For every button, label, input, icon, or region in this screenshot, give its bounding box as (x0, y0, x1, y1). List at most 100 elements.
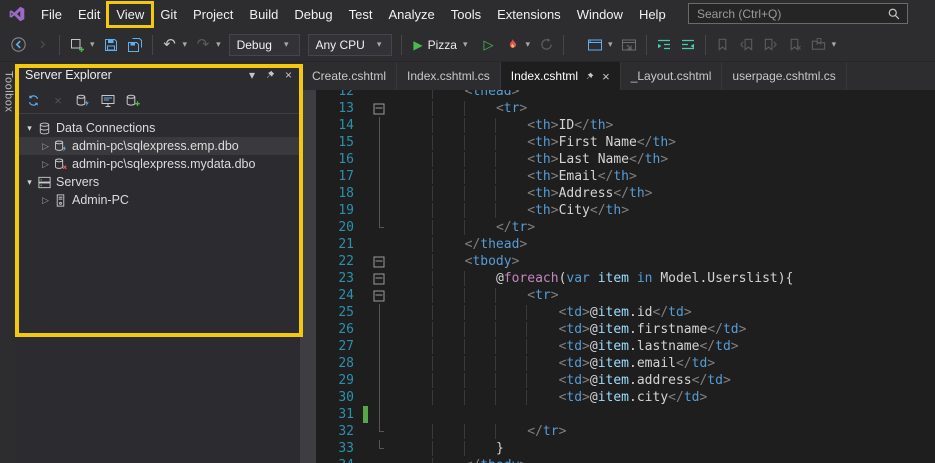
back-button[interactable] (6, 33, 30, 57)
menu-item-help[interactable]: Help (631, 3, 674, 26)
menu-item-file[interactable]: File (33, 3, 70, 26)
menu-item-window[interactable]: Window (569, 3, 631, 26)
debug-configuration-dropdown[interactable]: Debug ▾ (228, 33, 300, 56)
code-line-20[interactable]: 20 </tr> (316, 219, 935, 236)
chevron-collapsed-icon[interactable]: ▷ (39, 141, 52, 152)
code-line-18[interactable]: 18 <th>Address</th> (316, 185, 935, 202)
code-line-24[interactable]: 24 <tr> (316, 287, 935, 304)
code-line-28[interactable]: 28 <td>@item.email</td> (316, 355, 935, 372)
tree-item-servers[interactable]: ▾ Servers (17, 173, 300, 191)
code-line-23[interactable]: 23 @foreach(var item in Model.Userslist)… (316, 270, 935, 287)
bookmark-folder-button[interactable] (807, 33, 831, 57)
search-input[interactable] (695, 5, 887, 22)
menu-item-edit[interactable]: Edit (70, 3, 108, 26)
chevron-down-icon[interactable]: ▾ (183, 39, 188, 50)
tab-userpage-cshtml-cs[interactable]: userpage.cshtml.cs (722, 62, 847, 90)
chevron-down-icon[interactable]: ▾ (216, 39, 221, 50)
tab-index-cshtml-cs[interactable]: Index.cshtml.cs (397, 62, 501, 90)
chevron-expanded-icon[interactable]: ▾ (23, 177, 36, 188)
code-line-14[interactable]: 14 <th>ID</th> (316, 117, 935, 134)
indent-out-button[interactable] (676, 33, 700, 57)
start-without-debug-button[interactable]: ▷ (477, 33, 501, 57)
code-line-32[interactable]: 32 </tr> (316, 423, 935, 440)
tree-item-admin-pc[interactable]: ▷ Admin-PC (17, 191, 300, 209)
window-arrow-button[interactable] (617, 33, 641, 57)
bookmark-next-button[interactable] (759, 33, 783, 57)
restart-button[interactable] (534, 33, 558, 57)
tree-item-admin-pc-sqlexpress-mydata-dbo[interactable]: ▷ admin-pc\sqlexpress.mydata.dbo (17, 155, 300, 173)
menu-item-project[interactable]: Project (185, 3, 241, 26)
hot-reload-button[interactable] (501, 33, 525, 57)
menu-item-test[interactable]: Test (341, 3, 381, 26)
connect-server-button[interactable] (97, 90, 119, 112)
code-line-15[interactable]: 15 <th>First Name</th> (316, 134, 935, 151)
code-line-19[interactable]: 19 <th>City</th> (316, 202, 935, 219)
menu-item-debug[interactable]: Debug (286, 3, 340, 26)
toolbox-side-tab[interactable]: Toolbox (0, 62, 17, 463)
menu-item-view[interactable]: View (106, 0, 155, 28)
close-icon[interactable]: × (602, 69, 610, 84)
start-debugging-button[interactable]: ▶ Pizza ▾ (407, 38, 476, 52)
code-line-17[interactable]: 17 <th>Email</th> (316, 168, 935, 185)
add-item-button[interactable] (65, 33, 89, 57)
save-button[interactable] (99, 33, 123, 57)
forward-button[interactable] (30, 33, 54, 57)
code-line-26[interactable]: 26 <td>@item.firstname</td> (316, 321, 935, 338)
code-line-34[interactable]: 34 </tbody> (316, 457, 935, 463)
menu-item-tools[interactable]: Tools (443, 3, 489, 26)
tree-item-data-connections[interactable]: ▾ Data Connections (17, 119, 300, 137)
chevron-down-icon[interactable]: ▾ (526, 39, 531, 50)
search-box[interactable] (688, 3, 908, 24)
pin-icon[interactable] (584, 71, 595, 82)
chevron-down-icon[interactable]: ▾ (90, 39, 95, 50)
chevron-collapsed-icon[interactable]: ▷ (39, 195, 52, 206)
code-line-33[interactable]: 33 } (316, 440, 935, 457)
bookmark-clear-button[interactable] (783, 33, 807, 57)
code-line-16[interactable]: 16 <th>Last Name</th> (316, 151, 935, 168)
collapse-box-icon[interactable] (373, 256, 385, 267)
chevron-expanded-icon[interactable]: ▾ (23, 123, 36, 134)
bookmark-toggle-button[interactable] (711, 33, 735, 57)
outline-guide (379, 355, 380, 372)
code-line-12[interactable]: 12 <thead> (316, 90, 935, 100)
add-connection-button[interactable] (122, 90, 144, 112)
menu-item-analyze[interactable]: Analyze (380, 3, 442, 26)
bookmark-prev-button[interactable] (735, 33, 759, 57)
tab-index-cshtml[interactable]: Index.cshtml × (500, 62, 621, 90)
code-editor[interactable]: 12 <thead> 13 <tr> 14 <th>ID</th> 15 <th>Fi… (316, 90, 935, 463)
code-line-25[interactable]: 25 <td>@item.id</td> (316, 304, 935, 321)
chevron-down-icon[interactable]: ▾ (832, 39, 837, 50)
collapse-box-icon[interactable] (373, 103, 385, 114)
menu-item-git[interactable]: Git (152, 3, 185, 26)
code-line-29[interactable]: 29 <td>@item.address</td> (316, 372, 935, 389)
collapse-box-icon[interactable] (373, 273, 385, 284)
tree-item-admin-pc-sqlexpress-emp-dbo[interactable]: ▷ admin-pc\sqlexpress.emp.dbo (17, 137, 300, 155)
browser-window-button[interactable] (583, 33, 607, 57)
code-line-31[interactable]: 31 (316, 406, 935, 423)
menu-item-extensions[interactable]: Extensions (489, 3, 569, 26)
code-line-30[interactable]: 30 <td>@item.city</td> (316, 389, 935, 406)
code-line-27[interactable]: 27 <td>@item.lastname</td> (316, 338, 935, 355)
server-explorer-header[interactable]: Server Explorer ▾ × (17, 62, 300, 88)
window-position-icon[interactable]: ▾ (249, 68, 255, 82)
chevron-down-icon[interactable]: ▾ (608, 39, 613, 50)
redo-button[interactable]: ↷ (191, 33, 215, 57)
menu-item-build[interactable]: Build (241, 3, 286, 26)
indent-in-button[interactable] (652, 33, 676, 57)
platform-dropdown[interactable]: Any CPU ▾ (307, 33, 393, 56)
chevron-collapsed-icon[interactable]: ▷ (39, 159, 52, 170)
tab-layout-cshtml[interactable]: _Layout.cshtml (621, 62, 723, 90)
code-line-21[interactable]: 21 </thead> (316, 236, 935, 253)
code-line-13[interactable]: 13 <tr> (316, 100, 935, 117)
close-icon[interactable]: × (285, 68, 292, 82)
collapse-box-icon[interactable] (373, 290, 385, 301)
tab-create-cshtml[interactable]: Create.cshtml (302, 62, 398, 90)
connect-db-button[interactable] (72, 90, 94, 112)
undo-button[interactable]: ↶ (158, 33, 182, 57)
save-all-button[interactable] (123, 33, 147, 57)
editor-indicator-margin[interactable] (300, 90, 316, 463)
pin-icon[interactable] (264, 69, 276, 81)
refresh-button[interactable] (22, 90, 44, 112)
code-line-22[interactable]: 22 <tbody> (316, 253, 935, 270)
stop-button[interactable]: × (47, 90, 69, 112)
